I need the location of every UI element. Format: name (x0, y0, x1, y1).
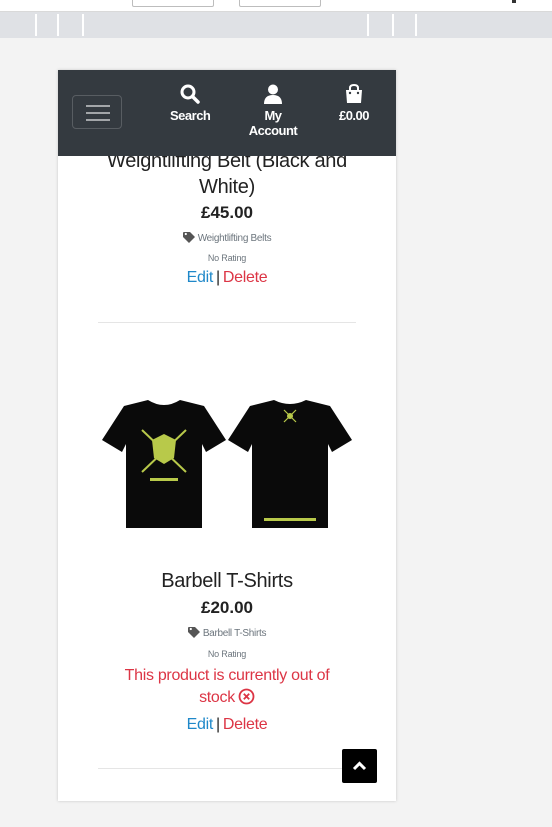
product-rating: No Rating (207, 649, 247, 659)
tshirt-front-image (102, 400, 226, 528)
x-circle-icon (238, 688, 255, 705)
stock-message-line: This product is currently out of (124, 667, 330, 684)
nav-search[interactable]: Search (170, 84, 211, 123)
nav-my-account[interactable]: My Account (244, 84, 302, 138)
strip-divider (367, 14, 369, 36)
search-icon (180, 84, 200, 104)
top-navbar: Search My Account £0.00 (58, 70, 396, 156)
tshirt-back-image (228, 400, 352, 528)
mobile-viewport: Weightlifting Belt (Black and White) £45… (58, 70, 396, 801)
navbar-toggle-button[interactable] (72, 95, 122, 129)
action-separator: | (216, 716, 220, 733)
shopping-bag-icon (346, 84, 362, 103)
category-label: Barbell T-Shirts (202, 628, 267, 639)
strip-divider (57, 14, 59, 36)
stock-message-line: stock (98, 687, 356, 709)
product-title[interactable]: Barbell T-Shirts (58, 568, 396, 594)
strip-divider (35, 14, 37, 36)
edit-link[interactable]: Edit (187, 269, 214, 286)
delete-link[interactable]: Delete (223, 269, 268, 286)
product-category[interactable]: Barbell T-Shirts (58, 626, 396, 639)
product-image[interactable] (102, 400, 352, 534)
strip-divider (415, 14, 417, 36)
nav-cart-total: £0.00 (338, 108, 370, 123)
tag-icon (182, 231, 195, 243)
product-title-line: White) (199, 176, 255, 198)
user-icon (264, 84, 282, 104)
product-admin-actions: Edit | Delete (58, 269, 396, 287)
toolbar-field-right[interactable] (239, 0, 321, 7)
tag-icon (187, 626, 200, 638)
strip-divider (392, 14, 394, 36)
toolbar-field-left[interactable] (132, 0, 214, 7)
back-to-top-button[interactable] (342, 749, 377, 783)
product-category[interactable]: Weightlifting Belts (58, 231, 396, 244)
nav-my-account-label: My Account (248, 108, 298, 138)
browser-toolbar (0, 0, 552, 12)
product-admin-actions: Edit | Delete (58, 716, 396, 734)
product-price: £45.00 (201, 203, 253, 222)
stock-message-text: stock (199, 689, 235, 706)
action-separator: | (216, 269, 220, 286)
strip-divider (82, 14, 84, 36)
chevron-up-icon (352, 761, 367, 771)
delete-link[interactable]: Delete (223, 716, 268, 733)
nav-search-label: Search (170, 108, 211, 123)
toolbar-mark (512, 0, 516, 3)
edit-link[interactable]: Edit (187, 716, 214, 733)
product-rating: No Rating (207, 253, 247, 263)
nav-cart[interactable]: £0.00 (336, 84, 372, 123)
product-divider (98, 322, 356, 323)
category-label: Weightlifting Belts (197, 233, 272, 244)
tab-strip (0, 12, 552, 38)
product-price: £20.00 (201, 598, 253, 617)
product-divider (98, 768, 356, 769)
out-of-stock-message: This product is currently out of stock (98, 665, 356, 709)
